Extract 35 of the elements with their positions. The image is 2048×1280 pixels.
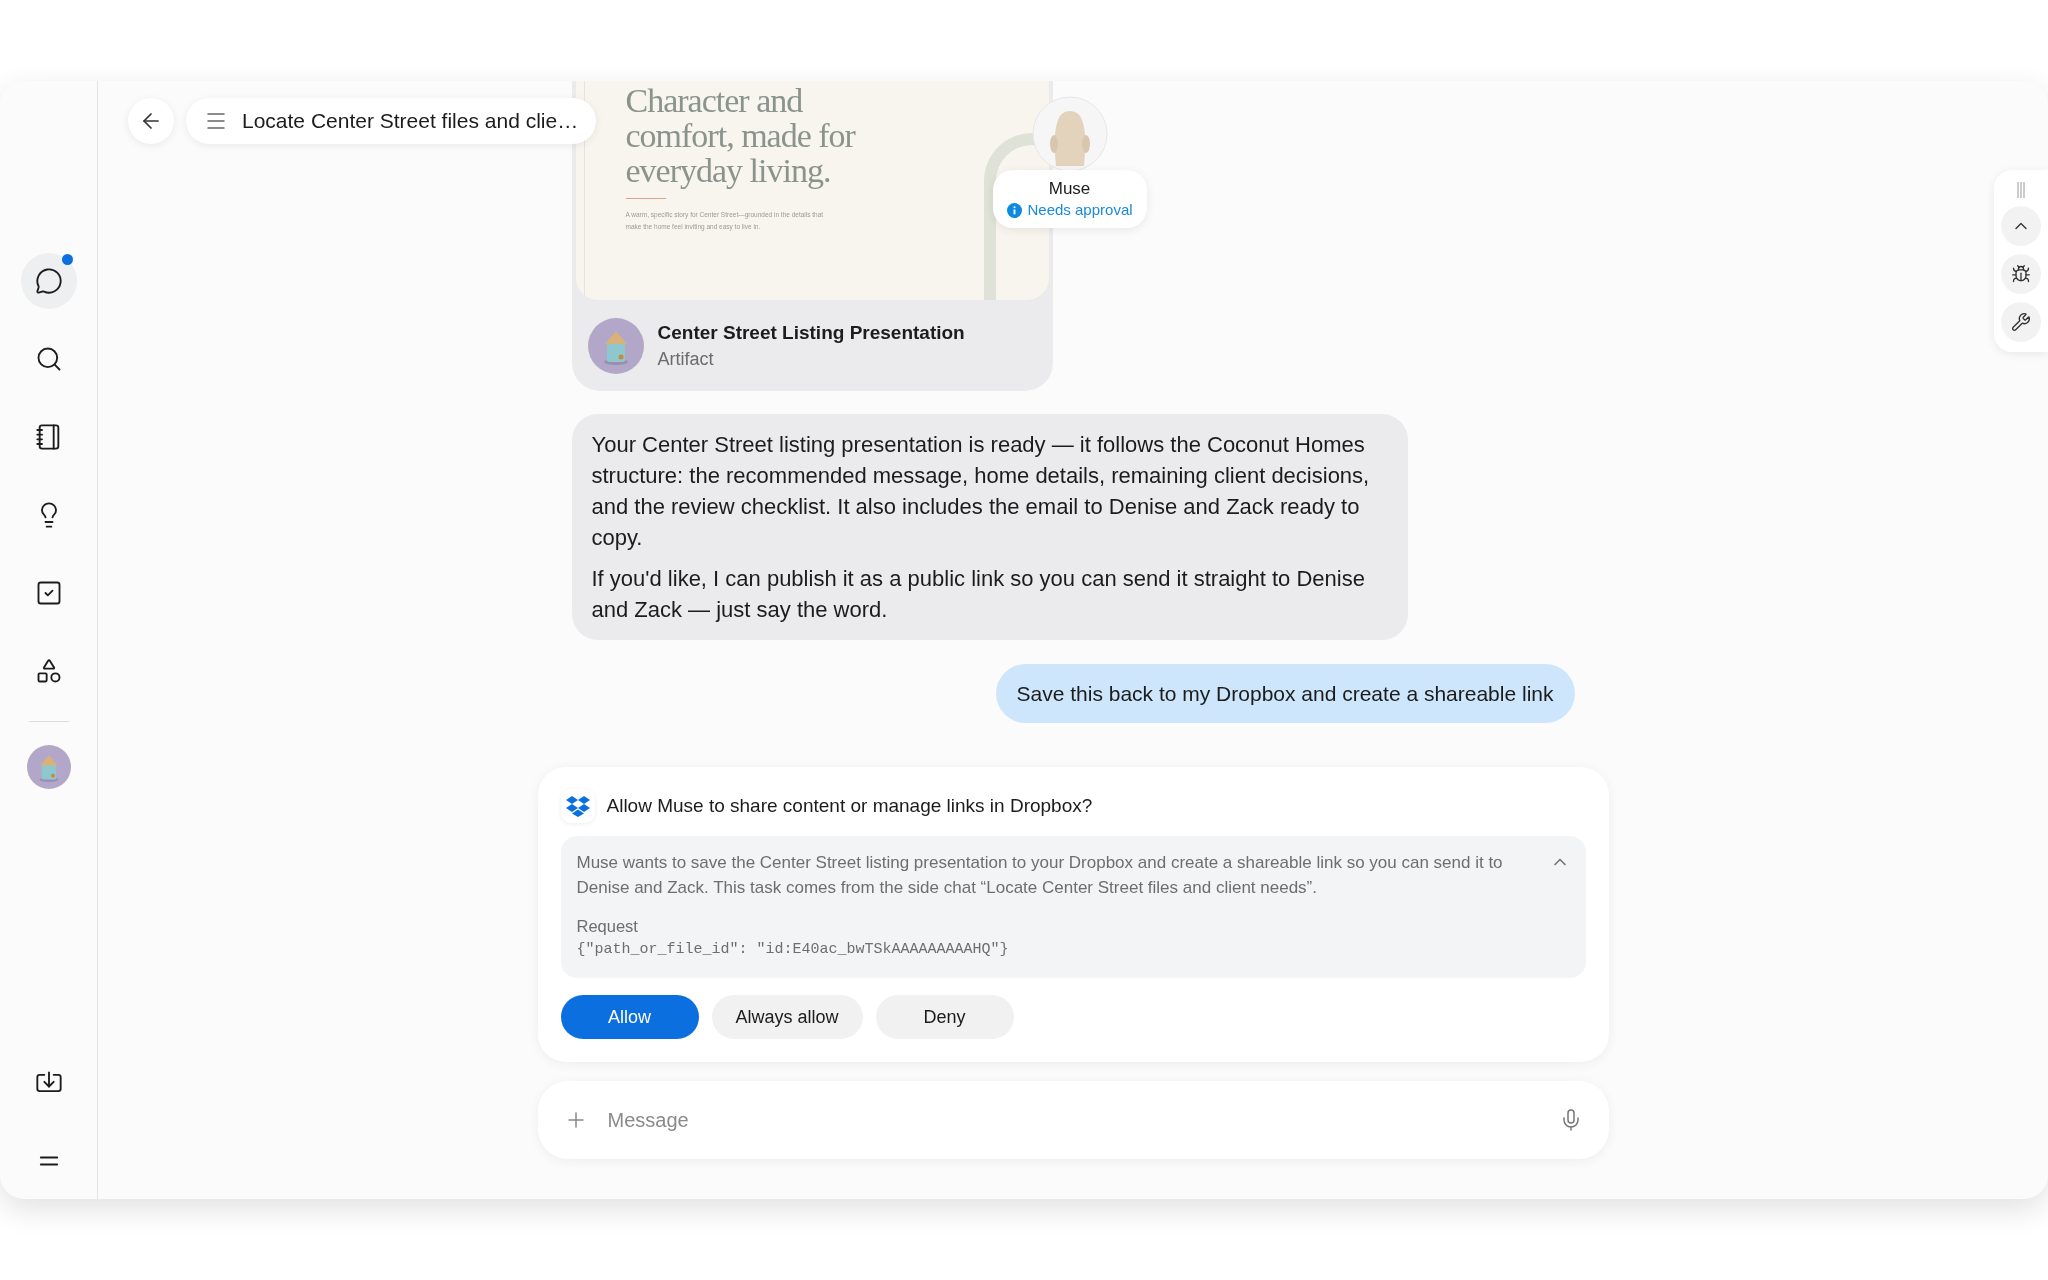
permission-question: Allow Muse to share content or manage links in Dropbox?	[606, 793, 1093, 818]
drag-handle-icon[interactable]	[2016, 182, 2026, 198]
dropbox-logo-icon	[564, 795, 591, 817]
message-input[interactable]: Message	[537, 1081, 1609, 1159]
action-button[interactable]: Deny	[875, 995, 1014, 1039]
message-text: If you'd like, I can publish it as a public link so you can send it straight to Denise and Zack — just say the word.	[591, 565, 1366, 624]
wrench-icon	[2011, 312, 2031, 332]
agent-name: Muse	[1048, 178, 1091, 200]
house-avatar-icon	[587, 318, 644, 374]
tools-button[interactable]	[2001, 302, 2041, 342]
artifact-type: Artifact	[657, 348, 715, 371]
house-avatar-icon	[26, 745, 71, 789]
preview-heading: everyday living.	[625, 153, 832, 188]
action-button[interactable]: Allow	[560, 995, 699, 1039]
info-icon	[1006, 202, 1022, 218]
action-button[interactable]: Always allow	[711, 995, 863, 1039]
chat-title-pill[interactable]: Locate Center Street files and clie…	[186, 98, 597, 144]
chat-icon	[34, 267, 63, 295]
request-body: {"path_or_file_id": "id:E40ac_bwTSkAAAAAAAAAHQ"}	[576, 940, 1010, 960]
mascot-avatar-icon	[1031, 96, 1108, 172]
agent-status-card[interactable]: Muse Needs approval	[992, 170, 1147, 228]
artifact-title: Center Street Listing Presentation	[657, 321, 965, 345]
preview-heading: Character and	[625, 83, 804, 118]
agent-status: Needs approval	[1027, 200, 1133, 220]
request-label: Request	[576, 916, 639, 937]
message-text: Save this back to my Dropbox and create a shareable link	[1016, 681, 1554, 707]
back-button[interactable]	[128, 98, 174, 144]
chat-title: Locate Center Street files and clie…	[242, 108, 579, 135]
message-text: Your Center Street listing presentation is ready — it follows the Coconut Homes structure: the recommended message, home details, remaining client decisions, and the review checklist. It also includes the email to Denise and Zack ready to copy.	[591, 431, 1371, 552]
preview-heading: comfort, made for	[625, 118, 855, 153]
bug-icon	[2011, 264, 2031, 284]
request-description: Muse wants to save the Center Street listing presentation to your Dropbox and create a shareable link so you can send it to Denise and Zack. This task comes from the side chat “Locate Center Street files and client needs”.	[576, 852, 1504, 899]
debug-button[interactable]	[2001, 254, 2041, 294]
workspace-avatar-button[interactable]	[25, 744, 72, 790]
message-field[interactable]: Message	[607, 1105, 1539, 1135]
